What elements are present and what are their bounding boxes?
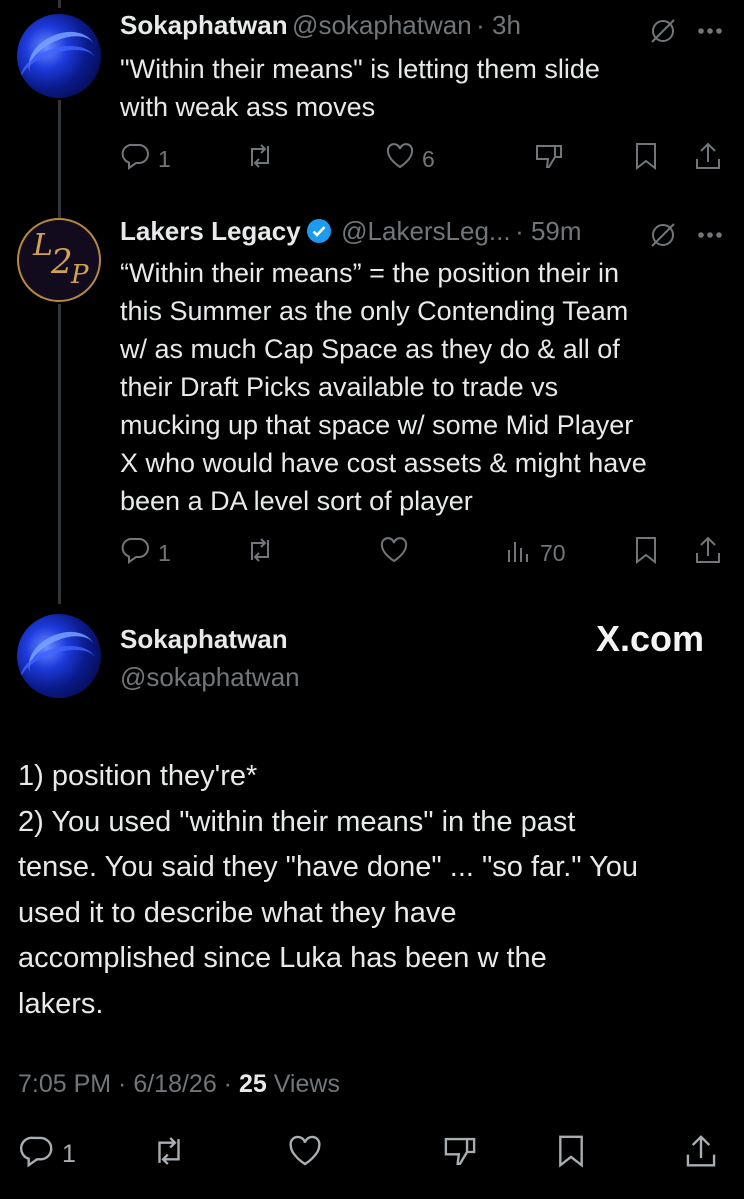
thread-line-top [58,0,61,8]
dislike-icon[interactable] [532,140,566,179]
repost-icon [150,1132,188,1176]
display-name[interactable]: Sokaphatwan [120,624,288,655]
avatar[interactable] [17,14,101,98]
reply-icon [120,140,152,178]
reply-icon [120,534,152,572]
views-count: 25 [238,1070,267,1098]
reply-button[interactable]: 1 [120,534,171,572]
handle[interactable]: @sokaphatwan [292,10,472,40]
tweet-header: Lakers Legacy @LakersLeg... · 59m [120,216,582,247]
dislike-icon[interactable] [440,1132,480,1177]
timestamp[interactable]: · 59m [515,216,581,246]
like-icon [378,534,410,572]
watermark-x-com: X.com [596,618,705,659]
repost-icon [244,140,276,178]
avatar-letter-p: P [71,260,89,290]
repost-button[interactable] [244,534,276,572]
bookmark-icon[interactable] [554,1132,588,1175]
avatar-letter-l: L [33,228,53,263]
reply-count: 1 [158,539,171,566]
like-button[interactable] [378,534,410,572]
tweet-text: "Within their means" is letting them sli… [120,54,600,122]
main-tweet-text: 1) position they're* 2) You used "within… [18,760,639,1020]
display-name[interactable]: Sokaphatwan [120,10,288,40]
views-icon [504,534,534,572]
timestamp[interactable]: 7:05 PM · 6/18/26 · [18,1070,239,1098]
share-icon[interactable] [692,140,724,177]
bookmark-icon[interactable] [632,140,660,177]
repost-icon [244,534,276,572]
display-name[interactable]: Lakers Legacy [120,216,301,246]
more-icon[interactable] [696,220,724,255]
more-icon[interactable] [696,16,724,51]
thread-line-1 [58,100,61,218]
like-icon [384,140,416,178]
share-icon[interactable] [682,1132,720,1175]
thread-line-2 [58,304,61,604]
tweet-header: Sokaphatwan @sokaphatwan · 3h [120,10,521,41]
reply-button[interactable]: 1 [120,140,171,178]
like-count: 6 [422,145,435,172]
like-button[interactable]: 6 [384,140,435,178]
avatar[interactable] [17,614,101,698]
share-icon[interactable] [692,534,724,571]
verified-icon [305,217,333,245]
grok-icon[interactable] [648,16,678,51]
repost-button[interactable] [150,1132,188,1176]
reply-count: 1 [62,1139,76,1168]
avatar-letter-2: 2 [51,242,73,282]
handle[interactable]: @LakersLeg... [341,216,510,246]
views-label: Views [266,1070,340,1098]
reply-count: 1 [158,145,171,172]
like-button[interactable] [286,1132,324,1176]
views-count: 70 [540,539,566,566]
views-button[interactable]: 70 [504,534,566,572]
tweet-meta: 7:05 PM · 6/18/26 · 25 Views [18,1070,340,1099]
timestamp[interactable]: · 3h [476,10,521,40]
grok-icon[interactable] [648,220,678,255]
tweet-text: “Within their means” = the position thei… [120,258,647,516]
handle[interactable]: @sokaphatwan [120,662,300,693]
repost-button[interactable] [244,140,276,178]
bookmark-icon[interactable] [632,534,660,571]
like-icon [286,1132,324,1176]
avatar[interactable]: L 2 P [17,218,101,302]
reply-button[interactable]: 1 [18,1132,76,1176]
reply-icon [18,1132,56,1176]
